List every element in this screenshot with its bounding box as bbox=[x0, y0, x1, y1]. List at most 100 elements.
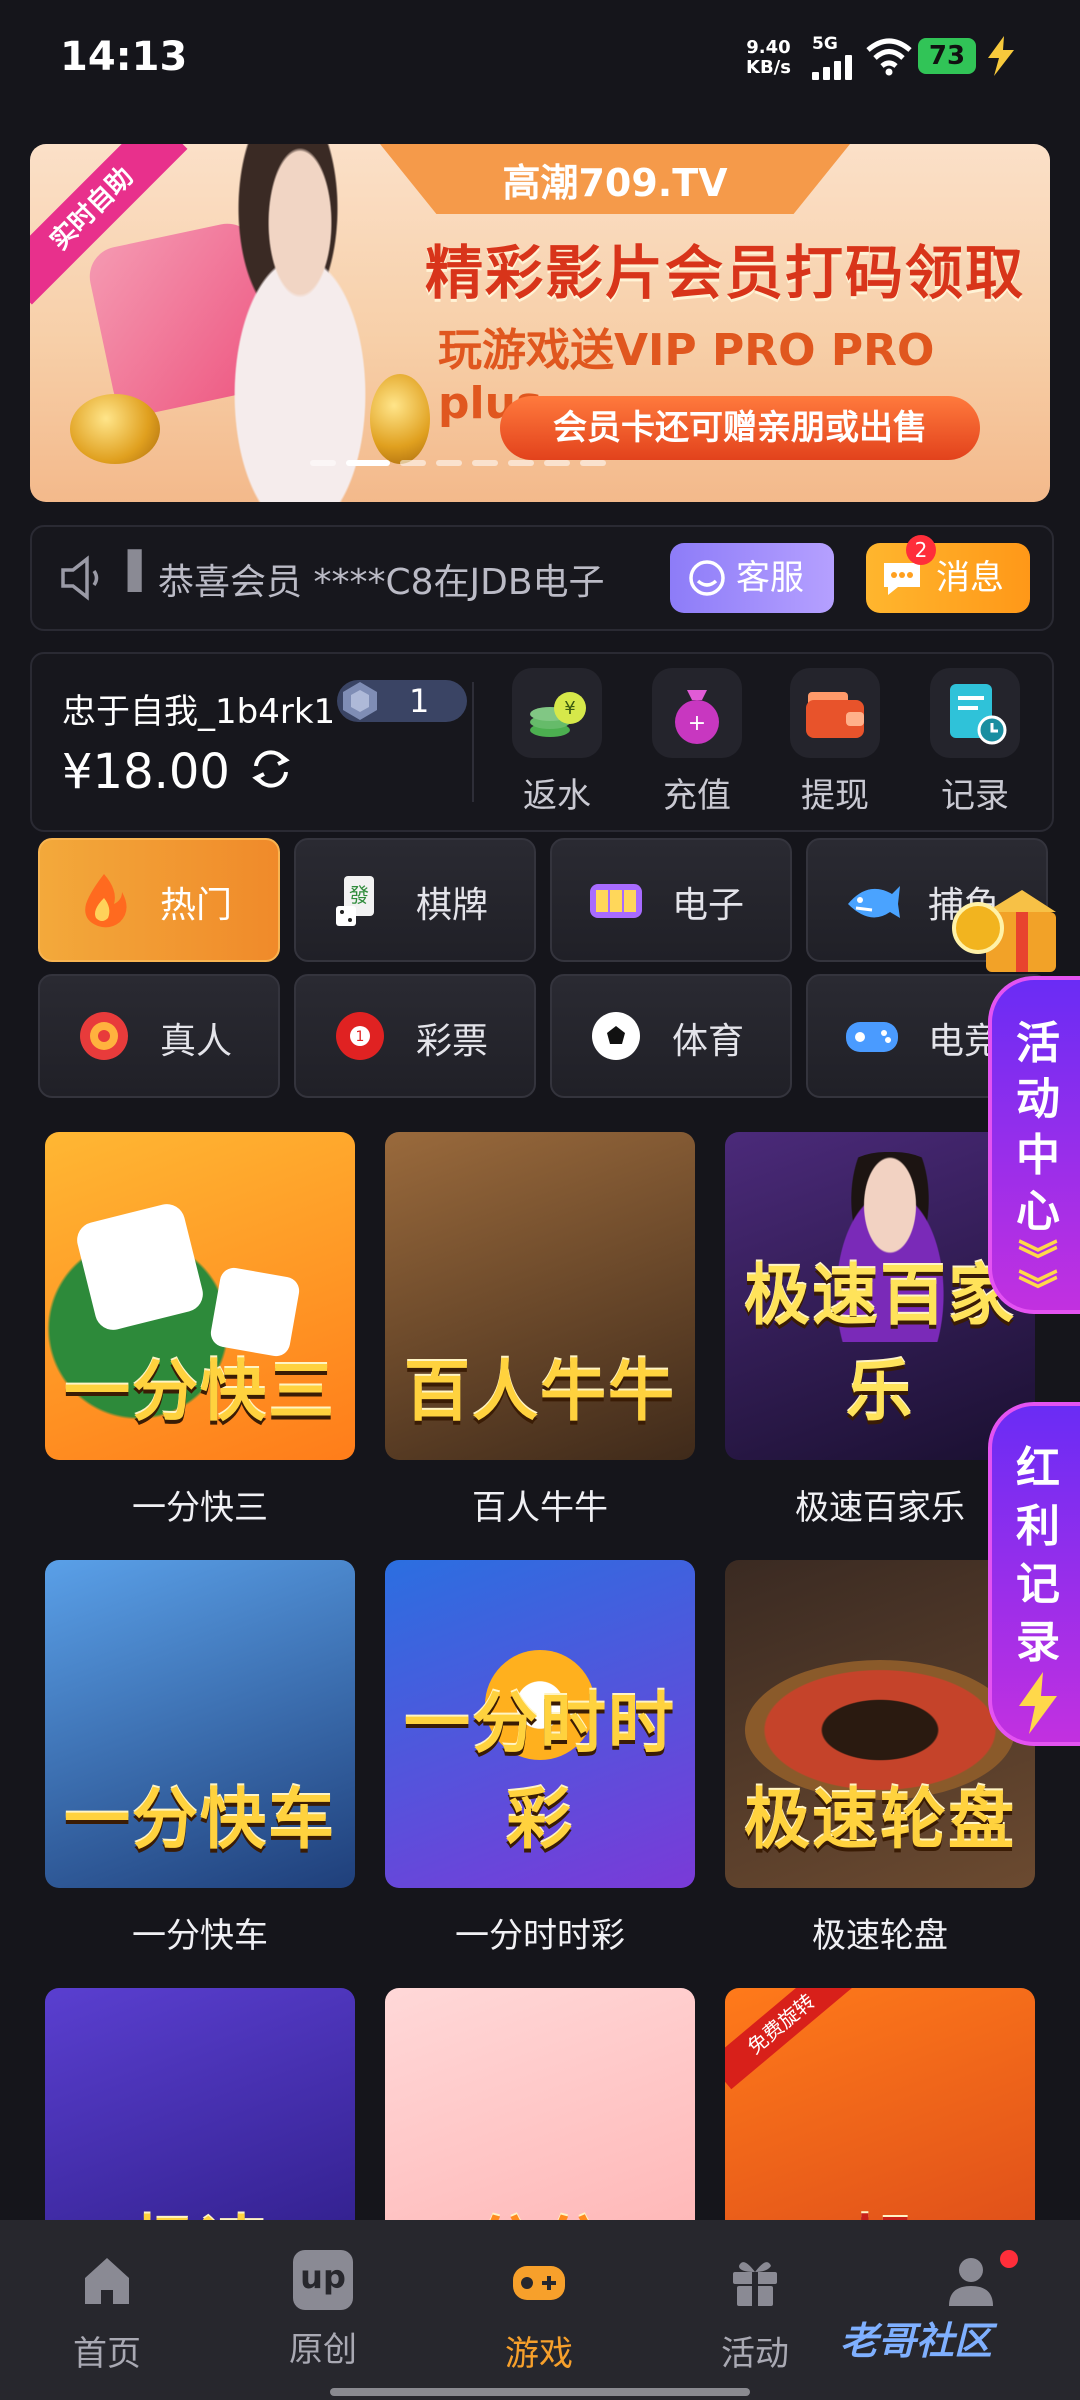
category-label: 彩票 bbox=[416, 1021, 489, 1062]
game-card[interactable]: 一分快车 一分快车 bbox=[45, 1560, 355, 1957]
money-bag-icon: + bbox=[652, 668, 742, 758]
fire-icon bbox=[85, 874, 127, 928]
withdraw-button[interactable]: 提现 bbox=[780, 668, 890, 817]
nav-activity[interactable]: 活动 bbox=[680, 2250, 830, 2375]
watermark-logo: 老哥社区 bbox=[840, 2319, 993, 2363]
banner-dot[interactable] bbox=[472, 460, 498, 466]
nav-home[interactable]: 首页 bbox=[32, 2250, 182, 2375]
nav-home-label: 首页 bbox=[73, 2334, 141, 2374]
banner-dot[interactable] bbox=[580, 460, 606, 466]
announcement-bar: ▌ 恭喜会员 ****C8在JDB电子 客服 2 消息 bbox=[30, 525, 1054, 631]
charging-icon bbox=[988, 36, 1014, 76]
gesture-bar[interactable] bbox=[330, 2388, 750, 2396]
nav-games[interactable]: 游戏 bbox=[464, 2250, 614, 2375]
promo-banner[interactable]: 实时自助 高潮709.TV 精彩影片会员打码领取 玩游戏送VIP PRO PRO… bbox=[30, 144, 1050, 502]
balance-amount: ¥18.00 bbox=[62, 744, 230, 800]
game-thumbnail[interactable]: 一分时时彩 bbox=[385, 1560, 695, 1888]
speaker-icon bbox=[61, 555, 99, 601]
status-bar: 14:13 9.40 KB/s 5G 73 bbox=[0, 0, 1080, 120]
game-name: 一分时时彩 bbox=[455, 1916, 625, 1956]
activity-center-button[interactable]: 活动中心 ︾ ︾ bbox=[988, 976, 1080, 1314]
customer-service-button[interactable]: 客服 bbox=[670, 543, 834, 613]
records-button[interactable]: 记录 bbox=[920, 668, 1030, 817]
nav-original[interactable]: up 原创 bbox=[248, 2250, 398, 2371]
svg-text:發: 發 bbox=[349, 883, 369, 907]
chip-icon bbox=[80, 1012, 128, 1060]
withdraw-label: 提现 bbox=[801, 776, 869, 816]
bonus-records-button[interactable]: 红利记录 bbox=[988, 1402, 1080, 1746]
up-icon: up bbox=[293, 2250, 353, 2310]
lightning-icon bbox=[1019, 1672, 1057, 1734]
wifi-icon bbox=[866, 38, 912, 76]
game-thumbnail-caption: 一分快车 bbox=[64, 1781, 336, 1858]
vip-level-number: 1 bbox=[409, 682, 430, 720]
category-tab-1[interactable]: 發 棋牌 bbox=[294, 838, 536, 962]
game-tag: 免费旋转 bbox=[725, 1988, 854, 2090]
banner-dot[interactable] bbox=[310, 460, 336, 466]
banner-cta[interactable]: 会员卡还可赠亲朋或出售 bbox=[500, 396, 980, 460]
category-label: 棋牌 bbox=[416, 885, 489, 926]
banner-dot[interactable] bbox=[400, 460, 426, 466]
banner-site: 高潮709.TV bbox=[502, 161, 728, 205]
shark-icon bbox=[848, 886, 900, 918]
banner-dot[interactable] bbox=[544, 460, 570, 466]
category-tab-4[interactable]: 真人 bbox=[38, 974, 280, 1098]
vip-level-badge[interactable]: 1 bbox=[337, 680, 467, 722]
game-thumbnail-caption: 一分快三 bbox=[64, 1353, 336, 1430]
signal-icon bbox=[812, 54, 856, 80]
username: 忠于自我_1b4rk1 bbox=[62, 692, 336, 732]
game-card[interactable]: 一分时时彩 一分时时彩 bbox=[385, 1560, 695, 1957]
nav-activity-label: 活动 bbox=[721, 2334, 789, 2374]
headset-icon bbox=[689, 560, 725, 596]
game-card[interactable]: 百人牛牛 百人牛牛 bbox=[385, 1132, 695, 1529]
svg-text:¥: ¥ bbox=[564, 698, 575, 719]
announcement-text: 恭喜会员 ****C8在JDB电子 bbox=[158, 562, 605, 603]
game-thumbnail[interactable]: 百人牛牛 bbox=[385, 1132, 695, 1460]
record-icon bbox=[930, 668, 1020, 758]
game-name: 百人牛牛 bbox=[472, 1488, 608, 1528]
game-thumbnail-caption: 百人牛牛 bbox=[404, 1353, 676, 1430]
banner-dot[interactable] bbox=[508, 460, 534, 466]
banner-headline: 精彩影片会员打码领取 bbox=[425, 239, 1026, 307]
nav-profile[interactable] bbox=[896, 2250, 1046, 2314]
category-tab-5[interactable]: 1 彩票 bbox=[294, 974, 536, 1098]
nav-games-label: 游戏 bbox=[505, 2334, 573, 2374]
refresh-icon[interactable] bbox=[248, 746, 294, 792]
account-divider bbox=[472, 682, 474, 802]
bonus-records-label: 红利记录 bbox=[1016, 1443, 1060, 1668]
gift-icon bbox=[733, 2262, 777, 2306]
banner-dot[interactable] bbox=[436, 460, 462, 466]
wallet-icon bbox=[790, 668, 880, 758]
game-name: 一分快车 bbox=[132, 1916, 268, 1956]
banner-dot[interactable] bbox=[346, 460, 390, 466]
account-panel: 忠于自我_1b4rk1 1 ¥18.00 ¥ 返水 + 充值 提现 记录 bbox=[30, 652, 1054, 832]
home-icon bbox=[85, 2258, 129, 2304]
category-tab-2[interactable]: 电子 bbox=[550, 838, 792, 962]
game-thumbnail[interactable]: 一分快车 bbox=[45, 1560, 355, 1888]
coin-stack-icon: ¥ bbox=[512, 668, 602, 758]
network-speed-value: 9.40 bbox=[746, 37, 791, 58]
game-card[interactable]: 一分快三 一分快三 bbox=[45, 1132, 355, 1529]
category-tab-6[interactable]: 体育 bbox=[550, 974, 792, 1098]
rebate-label: 返水 bbox=[523, 776, 591, 816]
up-icon-text: up bbox=[300, 2258, 346, 2296]
battery-indicator: 73 bbox=[918, 38, 976, 74]
rebate-button[interactable]: ¥ 返水 bbox=[502, 668, 612, 817]
messages-button[interactable]: 2 消息 bbox=[866, 535, 1030, 613]
status-time: 14:13 bbox=[60, 34, 188, 80]
nav-original-label: 原创 bbox=[289, 2330, 357, 2370]
gift-box-icon[interactable] bbox=[946, 872, 1080, 982]
network-speed: 9.40 KB/s bbox=[746, 38, 791, 78]
deposit-button[interactable]: + 充值 bbox=[642, 668, 752, 817]
records-label: 记录 bbox=[941, 776, 1009, 816]
user-icon bbox=[949, 2258, 993, 2306]
messages-label: 消息 bbox=[936, 558, 1004, 598]
category-tab-0[interactable]: 热门 bbox=[38, 838, 280, 962]
game-thumbnail[interactable]: 一分快三 bbox=[45, 1132, 355, 1460]
game-thumbnail-caption: 一分时时彩 bbox=[404, 1685, 676, 1858]
network-speed-unit: KB/s bbox=[746, 57, 791, 78]
level-diamond-icon bbox=[343, 682, 377, 720]
football-icon bbox=[592, 1012, 640, 1060]
category-label: 体育 bbox=[672, 1021, 745, 1062]
mahjong-icon: 發 bbox=[336, 876, 374, 926]
